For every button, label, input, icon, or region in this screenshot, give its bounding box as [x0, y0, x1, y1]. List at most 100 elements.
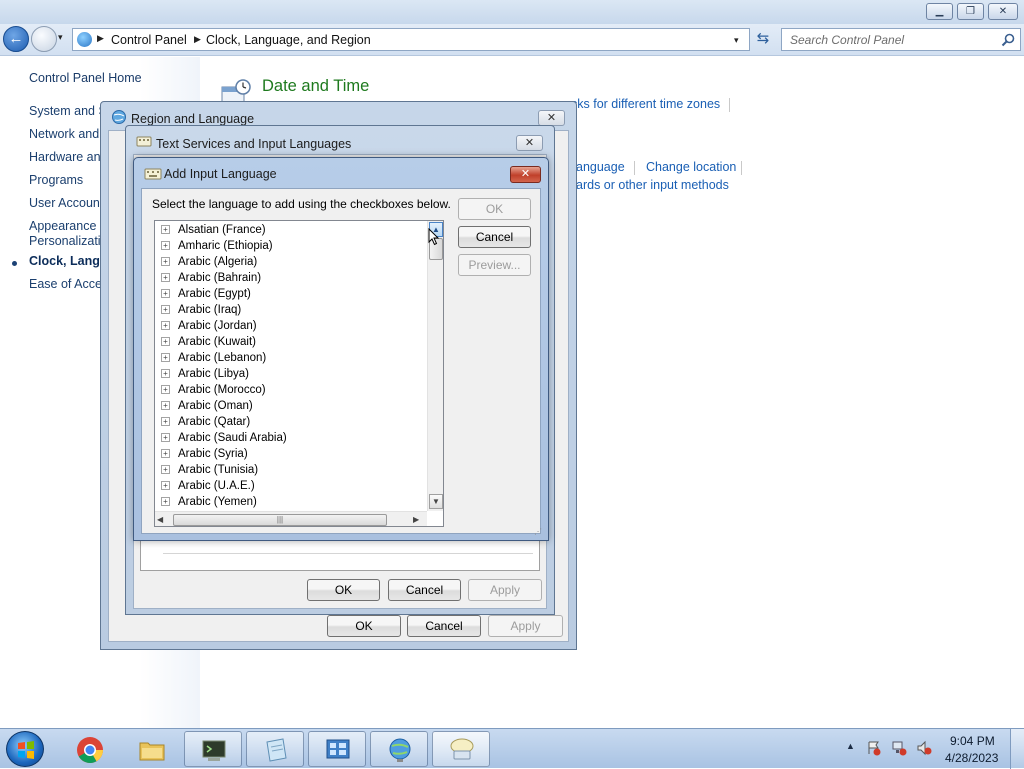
breadcrumb-separator[interactable]: ▶: [194, 34, 201, 45]
start-button[interactable]: [6, 731, 44, 767]
taskbar-item-notepad[interactable]: [246, 731, 304, 767]
expand-icon[interactable]: +: [161, 385, 170, 394]
clock-time[interactable]: 9:04 PM: [950, 734, 995, 748]
tree-item-language[interactable]: + Arabic (Yemen): [155, 494, 425, 510]
tree-item-language[interactable]: + Arabic (Syria): [155, 446, 425, 462]
add-input-cancel-button[interactable]: Cancel: [458, 226, 531, 248]
recent-pages-dropdown[interactable]: ▾: [58, 32, 63, 43]
language-label[interactable]: Arabic (Morocco): [178, 382, 266, 398]
language-label[interactable]: Arabic (Saudi Arabia): [178, 430, 287, 446]
add-input-close-button[interactable]: ✕: [510, 166, 541, 183]
expand-icon[interactable]: +: [161, 449, 170, 458]
resize-grip[interactable]: ⋰: [534, 527, 542, 536]
show-hidden-icons-button[interactable]: ▲: [846, 741, 855, 751]
taskbar-item-control-panel[interactable]: [308, 731, 366, 767]
language-label[interactable]: Arabic (Jordan): [178, 318, 257, 334]
language-label[interactable]: Arabic (Bahrain): [178, 270, 261, 286]
action-center-icon[interactable]: [866, 740, 882, 756]
region-ok-button[interactable]: OK: [327, 615, 401, 637]
tree-item-language[interactable]: + Arabic (Oman): [155, 398, 425, 414]
address-dropdown-icon[interactable]: ▾: [734, 35, 739, 46]
taskbar-item-text-services[interactable]: [432, 731, 490, 767]
expand-icon[interactable]: +: [161, 241, 170, 250]
tree-item-language[interactable]: + Arabic (Bahrain): [155, 270, 425, 286]
link-change-location[interactable]: Change location: [646, 160, 736, 174]
tree-item-language[interactable]: + Arabic (Morocco): [155, 382, 425, 398]
expand-icon[interactable]: +: [161, 337, 170, 346]
clock-date[interactable]: 4/28/2023: [945, 751, 998, 765]
expand-icon[interactable]: +: [161, 417, 170, 426]
language-tree[interactable]: + Alsatian (France) + Amharic (Ethiopia)…: [154, 220, 444, 527]
language-label[interactable]: Arabic (Lebanon): [178, 350, 266, 366]
language-label[interactable]: Amharic (Ethiopia): [178, 238, 273, 254]
tree-item-language[interactable]: + Arabic (Libya): [155, 366, 425, 382]
back-button[interactable]: ←: [3, 26, 29, 52]
sidebar-item-user-accounts[interactable]: User Account: [29, 196, 103, 210]
tree-item-language[interactable]: + Arabic (Iraq): [155, 302, 425, 318]
language-label[interactable]: Arabic (Tunisia): [178, 462, 258, 478]
expand-icon[interactable]: +: [161, 401, 170, 410]
search-icon[interactable]: [1001, 33, 1015, 47]
expand-icon[interactable]: +: [161, 369, 170, 378]
language-label[interactable]: Arabic (Yemen): [178, 494, 257, 510]
tree-item-language[interactable]: + Arabic (Jordan): [155, 318, 425, 334]
taskbar-item-terminal[interactable]: [184, 731, 242, 767]
refresh-button[interactable]: ⇆: [752, 29, 774, 51]
expand-icon[interactable]: +: [161, 225, 170, 234]
language-label[interactable]: Arabic (Kuwait): [178, 334, 256, 350]
tree-item-language[interactable]: + Arabic (Algeria): [155, 254, 425, 270]
tree-item-language[interactable]: + Arabic (Qatar): [155, 414, 425, 430]
language-label[interactable]: Arabic (Algeria): [178, 254, 257, 270]
sidebar-item-system-security[interactable]: System and S: [29, 104, 107, 118]
expand-icon[interactable]: +: [161, 273, 170, 282]
breadcrumb-clock-language-region[interactable]: Clock, Language, and Region: [206, 33, 371, 47]
expand-icon[interactable]: +: [161, 433, 170, 442]
sidebar-item-hardware[interactable]: Hardware and: [29, 150, 108, 164]
scroll-left-button[interactable]: ◀: [157, 515, 163, 524]
expand-icon[interactable]: +: [161, 305, 170, 314]
sidebar-item-programs[interactable]: Programs: [29, 173, 83, 187]
link-change-display-language[interactable]: anguage: [576, 160, 625, 174]
language-label[interactable]: Arabic (Egypt): [178, 286, 251, 302]
tree-item-language[interactable]: + Arabic (Egypt): [155, 286, 425, 302]
sidebar-item-personalization[interactable]: Personalizati: [29, 234, 101, 248]
add-input-preview-button[interactable]: Preview...: [458, 254, 531, 276]
language-label[interactable]: Arabic (Oman): [178, 398, 253, 414]
tree-item-language[interactable]: + Arabic (Kuwait): [155, 334, 425, 350]
breadcrumb-control-panel[interactable]: Control Panel: [111, 33, 187, 47]
minimize-button[interactable]: ▁: [926, 3, 953, 20]
taskbar-item-chrome[interactable]: [60, 731, 118, 767]
vertical-scrollbar[interactable]: ▲ ▼: [427, 221, 443, 511]
expand-icon[interactable]: +: [161, 481, 170, 490]
expand-icon[interactable]: +: [161, 289, 170, 298]
link-change-keyboards[interactable]: ards or other input methods: [576, 178, 729, 192]
text-services-ok-button[interactable]: OK: [307, 579, 380, 601]
breadcrumb-separator[interactable]: ▶: [97, 33, 104, 44]
show-desktop-button[interactable]: [1010, 729, 1024, 769]
search-placeholder[interactable]: Search Control Panel: [790, 33, 904, 47]
network-icon[interactable]: [891, 740, 907, 756]
language-label[interactable]: Arabic (Syria): [178, 446, 248, 462]
search-box[interactable]: Search Control Panel: [781, 28, 1021, 51]
region-dialog-close-button[interactable]: ✕: [538, 110, 565, 126]
address-bar[interactable]: ▶ Control Panel ▶ Clock, Language, and R…: [72, 28, 750, 51]
sidebar-item-ease-of-access[interactable]: Ease of Acces: [29, 277, 108, 291]
taskbar-item-explorer[interactable]: [122, 731, 180, 767]
expand-icon[interactable]: +: [161, 353, 170, 362]
region-cancel-button[interactable]: Cancel: [407, 615, 481, 637]
link-add-clocks[interactable]: cks for different time zones: [571, 97, 720, 111]
language-label[interactable]: Arabic (Libya): [178, 366, 249, 382]
sidebar-item-network[interactable]: Network and: [29, 127, 99, 141]
language-label[interactable]: Arabic (U.A.E.): [178, 478, 255, 494]
region-apply-button[interactable]: Apply: [488, 615, 563, 637]
expand-icon[interactable]: +: [161, 497, 170, 506]
taskbar-item-region[interactable]: [370, 731, 428, 767]
section-title-date-time[interactable]: Date and Time: [262, 77, 369, 96]
expand-icon[interactable]: +: [161, 465, 170, 474]
language-label[interactable]: Alsatian (France): [178, 222, 266, 238]
sidebar-item-appearance[interactable]: Appearance a: [29, 219, 107, 233]
scroll-right-button[interactable]: ▶: [413, 515, 419, 524]
forward-button[interactable]: [31, 26, 57, 52]
expand-icon[interactable]: +: [161, 257, 170, 266]
language-label[interactable]: Arabic (Qatar): [178, 414, 250, 430]
